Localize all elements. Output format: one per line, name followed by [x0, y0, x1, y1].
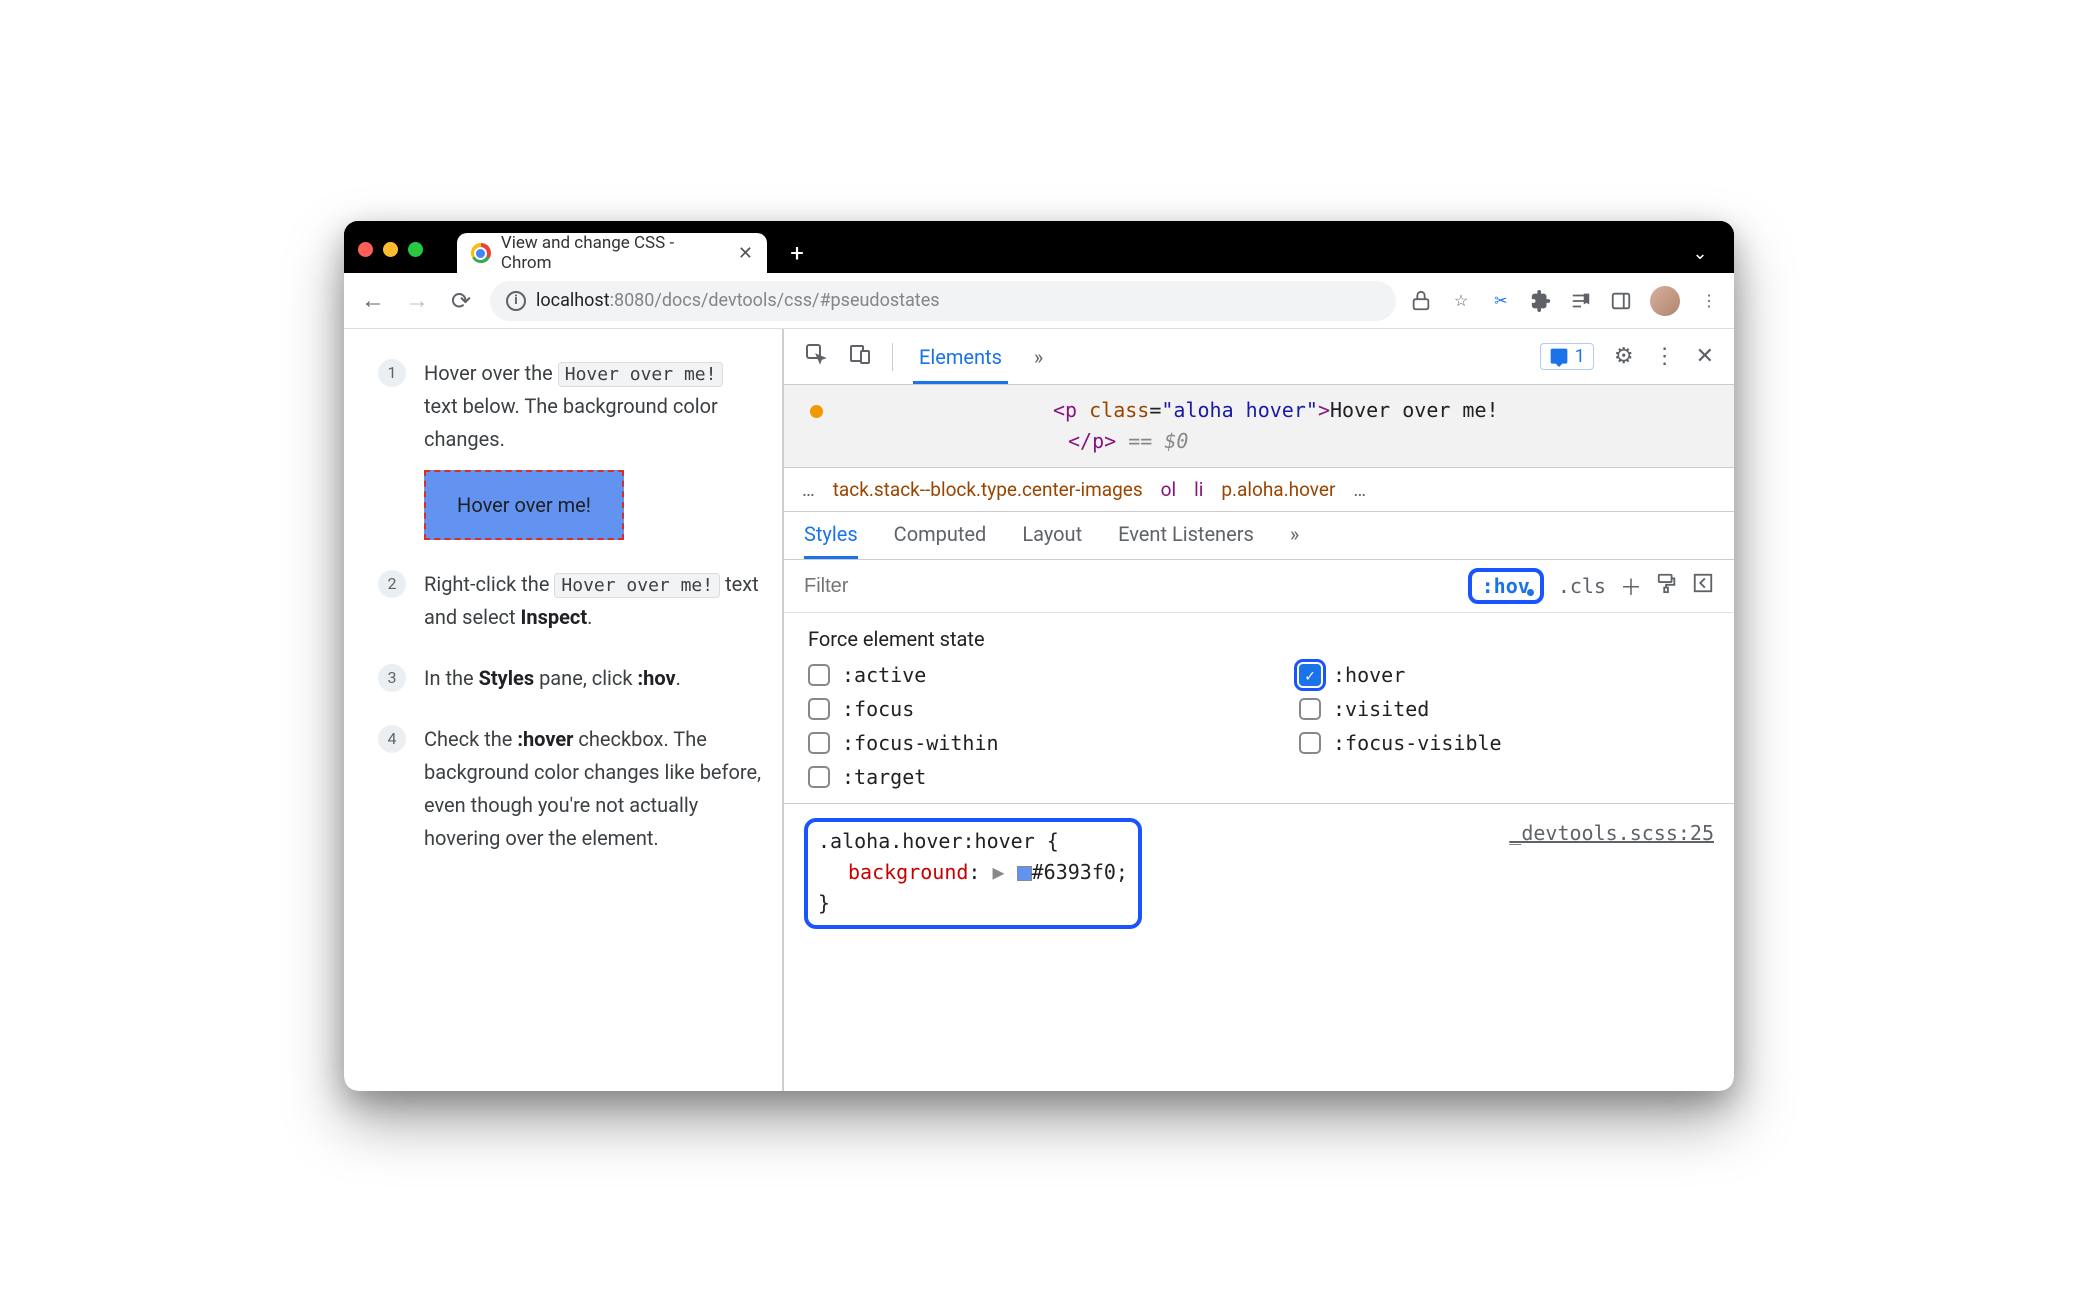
- state-active[interactable]: :active: [808, 663, 1219, 687]
- extensions-icon[interactable]: [1530, 290, 1552, 312]
- inline-code: Hover over me!: [558, 362, 724, 387]
- site-info-icon[interactable]: i: [506, 291, 526, 311]
- css-rule[interactable]: .aloha.hover:hover { background: ▶ #6393…: [784, 804, 1734, 943]
- rule-value: #6393f0;: [1032, 860, 1128, 884]
- step-4: 4 Check the :hover checkbox. The backgro…: [378, 723, 762, 855]
- crumb-item[interactable]: p.aloha.hover: [1221, 478, 1335, 501]
- close-window-icon[interactable]: [358, 242, 373, 257]
- inline-code: Hover over me!: [554, 573, 720, 598]
- cls-toggle[interactable]: .cls: [1558, 574, 1606, 598]
- step-number: 1: [378, 359, 406, 387]
- paint-icon[interactable]: [1656, 572, 1678, 600]
- new-style-rule-icon[interactable]: ＋: [1620, 570, 1642, 602]
- devtools-panel: Elements » 1 ⚙ ⋮ ✕ <p class="aloha hover…: [784, 329, 1734, 1091]
- step-1: 1 Hover over the Hover over me! text bel…: [378, 357, 762, 540]
- force-state-title: Force element state: [808, 627, 1710, 651]
- step-3: 3 In the Styles pane, click :hov.: [378, 662, 762, 695]
- url-text: localhost:8080/docs/devtools/css/#pseudo…: [536, 290, 940, 311]
- close-tab-icon[interactable]: ✕: [738, 243, 753, 264]
- state-target[interactable]: :target: [808, 765, 1219, 789]
- page-content: 1 Hover over the Hover over me! text bel…: [344, 329, 784, 1091]
- breadcrumb[interactable]: … tack.stack--block.type.center-images o…: [784, 468, 1734, 512]
- more-tabs-icon[interactable]: »: [1290, 522, 1299, 559]
- back-button[interactable]: ←: [358, 286, 388, 316]
- tab-elements[interactable]: Elements: [913, 345, 1008, 384]
- tab-event-listeners[interactable]: Event Listeners: [1118, 522, 1254, 559]
- reload-button[interactable]: ⟳: [446, 286, 476, 316]
- crumb-item[interactable]: tack.stack--block.type.center-images: [833, 478, 1143, 501]
- step-number: 2: [378, 570, 406, 598]
- tab-styles[interactable]: Styles: [804, 522, 858, 559]
- settings-icon[interactable]: ⚙: [1614, 344, 1634, 369]
- styles-tabs: Styles Computed Layout Event Listeners »: [784, 512, 1734, 560]
- tab-dropdown-icon[interactable]: ⌄: [1680, 233, 1720, 273]
- browser-window: View and change CSS - Chrom ✕ + ⌄ ← → ⟳ …: [344, 221, 1734, 1091]
- scissors-icon[interactable]: ✂: [1490, 290, 1512, 312]
- tab-title: View and change CSS - Chrom: [501, 233, 728, 273]
- step-number: 3: [378, 664, 406, 692]
- minimize-window-icon[interactable]: [383, 242, 398, 257]
- dom-tree[interactable]: <p class="aloha hover">Hover over me! </…: [784, 385, 1734, 468]
- close-devtools-icon[interactable]: ✕: [1696, 344, 1714, 369]
- browser-toolbar: ← → ⟳ i localhost:8080/docs/devtools/css…: [344, 273, 1734, 329]
- expand-arrow-icon[interactable]: ▶: [993, 860, 1005, 884]
- crumb-item[interactable]: li: [1194, 478, 1203, 501]
- crumb-item[interactable]: ol: [1161, 478, 1176, 501]
- styles-filter-bar: :hov .cls ＋: [784, 560, 1734, 613]
- computed-panel-icon[interactable]: [1692, 572, 1714, 600]
- rule-selector: .aloha.hover:hover {: [818, 826, 1128, 857]
- rule-property: background: [848, 860, 968, 884]
- side-panel-icon[interactable]: [1610, 290, 1632, 312]
- state-hover[interactable]: ✓:hover: [1299, 663, 1710, 687]
- step-number: 4: [378, 725, 406, 753]
- reading-list-icon[interactable]: [1570, 290, 1592, 312]
- share-icon[interactable]: [1410, 290, 1432, 312]
- hov-toggle[interactable]: :hov: [1468, 568, 1544, 604]
- state-focus[interactable]: :focus: [808, 697, 1219, 721]
- window-controls: [358, 242, 423, 257]
- force-element-state: Force element state :active ✓:hover :foc…: [784, 613, 1734, 804]
- browser-tab[interactable]: View and change CSS - Chrom ✕: [457, 233, 767, 273]
- state-focus-within[interactable]: :focus-within: [808, 731, 1219, 755]
- forward-button[interactable]: →: [402, 286, 432, 316]
- color-swatch-icon[interactable]: [1017, 866, 1032, 881]
- maximize-window-icon[interactable]: [408, 242, 423, 257]
- kebab-icon[interactable]: ⋮: [1654, 344, 1676, 369]
- tab-strip: View and change CSS - Chrom ✕ + ⌄: [344, 221, 1734, 273]
- menu-icon[interactable]: ⋮: [1698, 290, 1720, 312]
- state-visited[interactable]: :visited: [1299, 697, 1710, 721]
- bookmark-icon[interactable]: ☆: [1450, 290, 1472, 312]
- issues-badge[interactable]: 1: [1540, 343, 1594, 370]
- inspect-icon[interactable]: [804, 342, 828, 372]
- profile-avatar[interactable]: [1650, 286, 1680, 316]
- state-focus-visible[interactable]: :focus-visible: [1299, 731, 1710, 755]
- tab-layout[interactable]: Layout: [1022, 522, 1082, 559]
- hover-demo-button[interactable]: Hover over me!: [424, 470, 624, 540]
- more-tabs-icon[interactable]: »: [1028, 345, 1049, 369]
- step-2: 2 Right-click the Hover over me! text an…: [378, 568, 762, 634]
- tab-computed[interactable]: Computed: [894, 522, 987, 559]
- breakpoint-dot-icon: [810, 405, 823, 418]
- styles-filter-input[interactable]: [804, 575, 1454, 598]
- favicon-icon: [471, 243, 491, 263]
- new-tab-button[interactable]: +: [777, 233, 817, 273]
- address-bar[interactable]: i localhost:8080/docs/devtools/css/#pseu…: [490, 281, 1396, 321]
- source-link[interactable]: _devtools.scss:25: [1509, 818, 1714, 849]
- device-toggle-icon[interactable]: [848, 342, 872, 372]
- devtools-top-bar: Elements » 1 ⚙ ⋮ ✕: [784, 329, 1734, 385]
